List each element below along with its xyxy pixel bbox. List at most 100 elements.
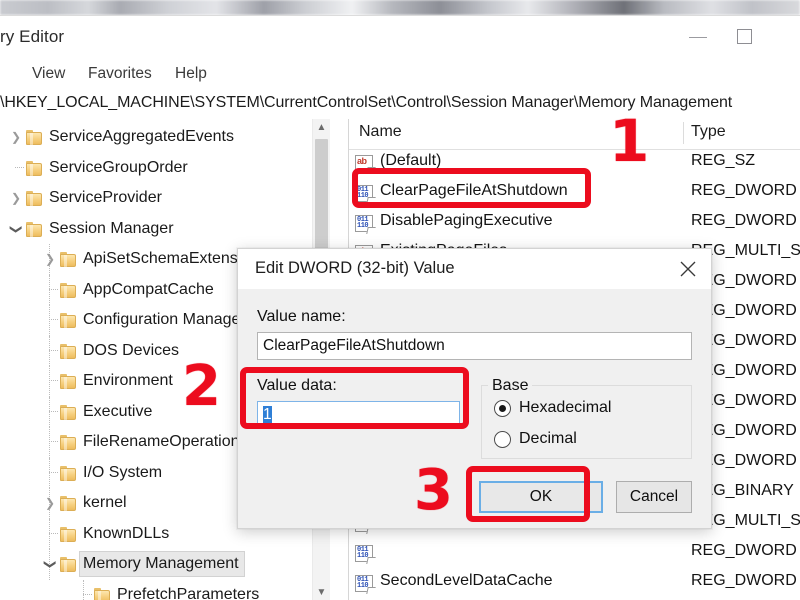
value-data-label: Value data: <box>257 377 337 394</box>
menu-item-help[interactable]: Help <box>171 63 211 85</box>
chevron-right-icon[interactable]: ❯ <box>8 183 24 214</box>
tree-item-serviceprovider[interactable]: ❯ ServiceProvider <box>0 183 322 214</box>
column-header-name[interactable]: Name <box>359 123 402 141</box>
tree-guide-line <box>49 532 58 535</box>
dialog-body: Value name: ClearPageFileAtShutdown Valu… <box>238 289 711 528</box>
dialog-titlebar: Edit DWORD (32-bit) Value <box>238 249 711 289</box>
value-row[interactable]: 011110 REG_DWORD <box>349 539 800 569</box>
tree-item-label: ServiceProvider <box>49 189 162 206</box>
folder-icon <box>60 282 77 299</box>
tree-guide-line <box>49 380 58 382</box>
folder-icon <box>60 343 77 360</box>
tree-item-prefetchparameters[interactable]: PrefetchParameters <box>0 579 322 600</box>
folder-icon <box>60 404 77 421</box>
tree-guide-line <box>15 166 24 169</box>
tree-item-label: I/O System <box>83 463 163 481</box>
address-bar[interactable]: \HKEY_LOCAL_MACHINE\SYSTEM\CurrentContro… <box>0 89 800 120</box>
tree-item-label: KnownDLLs <box>83 524 170 542</box>
chevron-right-icon[interactable]: ❯ <box>42 488 58 519</box>
tree-item-label: DOS Devices <box>83 341 180 359</box>
value-name: ClearPageFileAtShutdown <box>380 182 568 199</box>
ok-button[interactable]: OK <box>479 481 603 513</box>
value-name: DisablePagingExecutive <box>380 212 553 229</box>
radio-decimal-mark <box>494 431 511 448</box>
value-data-input[interactable]: 1 <box>257 401 460 429</box>
tree-item-servicegrouporder[interactable]: ServiceGroupOrder <box>0 153 322 184</box>
value-type: REG_DWORD <box>691 212 797 229</box>
base-groupbox <box>481 385 692 459</box>
tree-item-label: Configuration Manager <box>83 311 246 328</box>
list-column-headers: Name Type <box>349 119 800 150</box>
tree-item-label: Environment <box>83 372 173 389</box>
folder-icon <box>26 221 43 238</box>
folder-icon <box>94 587 111 600</box>
folder-icon <box>60 252 77 268</box>
tree-item-serviceaggregatedevents[interactable]: ❯ ServiceAggregatedEvents <box>0 122 322 153</box>
chevron-right-icon[interactable]: ❯ <box>42 244 58 275</box>
menu-item-favorites[interactable]: Favorites <box>84 63 156 85</box>
tree-item-label: ServiceAggregatedEvents <box>49 128 234 145</box>
close-button[interactable] <box>665 249 711 289</box>
value-row[interactable]: 011 110 DisablePagingExecutive REG_DWORD <box>349 209 800 239</box>
tree-guide-line <box>49 441 58 443</box>
string-value-icon: ab <box>355 155 376 174</box>
dialog-title: Edit DWORD (32-bit) Value <box>255 259 455 277</box>
radio-hexadecimal-mark <box>494 400 511 417</box>
value-type: REG_SZ <box>691 152 756 169</box>
folder-icon <box>60 496 77 512</box>
close-icon <box>680 261 696 277</box>
window-titlebar: ry Editor <box>0 16 800 58</box>
value-row[interactable]: 011 110 ClearPageFileAtShutdown REG_DWORD <box>349 179 800 209</box>
tree-item-label: Memory Management <box>79 551 245 577</box>
maximize-button[interactable] <box>722 16 768 58</box>
radio-decimal-label: Decimal <box>519 430 577 447</box>
value-name-input[interactable]: ClearPageFileAtShutdown <box>257 332 692 360</box>
tree-item-session-manager[interactable]: ❯ Session Manager <box>0 214 322 245</box>
blurred-background-strip <box>0 0 800 15</box>
screenshot-root: ry Editor View Favorites Help \HKEY_LOCA… <box>0 0 800 600</box>
tree-guide-line <box>83 579 85 600</box>
tree-item-label: ServiceGroupOrder <box>49 158 188 176</box>
folder-icon <box>60 374 77 390</box>
dword-value-icon: 011110 <box>355 215 376 234</box>
menu-bar: View Favorites Help <box>0 58 800 90</box>
value-type: REG_DWORD <box>691 542 797 559</box>
column-divider[interactable] <box>683 122 684 144</box>
tree-item-label: Session Manager <box>49 219 174 237</box>
cancel-button[interactable]: Cancel <box>616 481 692 513</box>
value-name-label: Value name: <box>257 308 346 325</box>
chevron-up-icon[interactable]: ▲ <box>313 119 330 136</box>
folder-icon <box>60 313 77 329</box>
value-name: SecondLevelDataCache <box>380 572 553 589</box>
value-row[interactable]: ab (Default) REG_SZ <box>349 149 800 179</box>
edit-dword-dialog: Edit DWORD (32-bit) Value Value name: Cl… <box>237 248 712 529</box>
minimize-icon <box>689 37 707 38</box>
tree-item-label: PrefetchParameters <box>117 585 260 600</box>
menu-item-view[interactable]: View <box>28 63 69 85</box>
tree-guide-line <box>49 288 58 291</box>
tree-item-memory-management[interactable]: ❯ Memory Management <box>0 549 322 580</box>
tree-guide-line <box>49 319 58 321</box>
chevron-down-icon[interactable]: ▼ <box>313 584 330 600</box>
tree-item-label: FileRenameOperations <box>83 433 248 450</box>
value-type: REG_DWORD <box>691 182 797 199</box>
tree-item-label: AppCompatCache <box>83 280 214 298</box>
radio-hexadecimal-label: Hexadecimal <box>519 399 612 416</box>
tree-guide-line <box>49 471 58 474</box>
folder-icon <box>60 526 77 543</box>
tree-item-label: kernel <box>83 494 127 511</box>
folder-icon <box>26 191 43 207</box>
window-title: ry Editor <box>0 27 65 46</box>
folder-icon <box>26 130 43 146</box>
minimize-button[interactable] <box>676 16 722 58</box>
dword-value-icon: 011110 <box>355 185 376 204</box>
value-row[interactable]: 011 110 SecondLevelDataCache REG_DWORD <box>349 569 800 599</box>
chevron-right-icon[interactable]: ❯ <box>8 122 24 153</box>
maximize-icon <box>737 29 752 44</box>
tree-item-label: Executive <box>83 402 153 420</box>
dword-value-icon: 011110 <box>355 575 376 594</box>
folder-icon <box>60 435 77 451</box>
registry-path: \HKEY_LOCAL_MACHINE\SYSTEM\CurrentContro… <box>0 94 733 111</box>
dword-value-icon: 011110 <box>355 545 376 564</box>
column-header-type[interactable]: Type <box>691 123 726 141</box>
